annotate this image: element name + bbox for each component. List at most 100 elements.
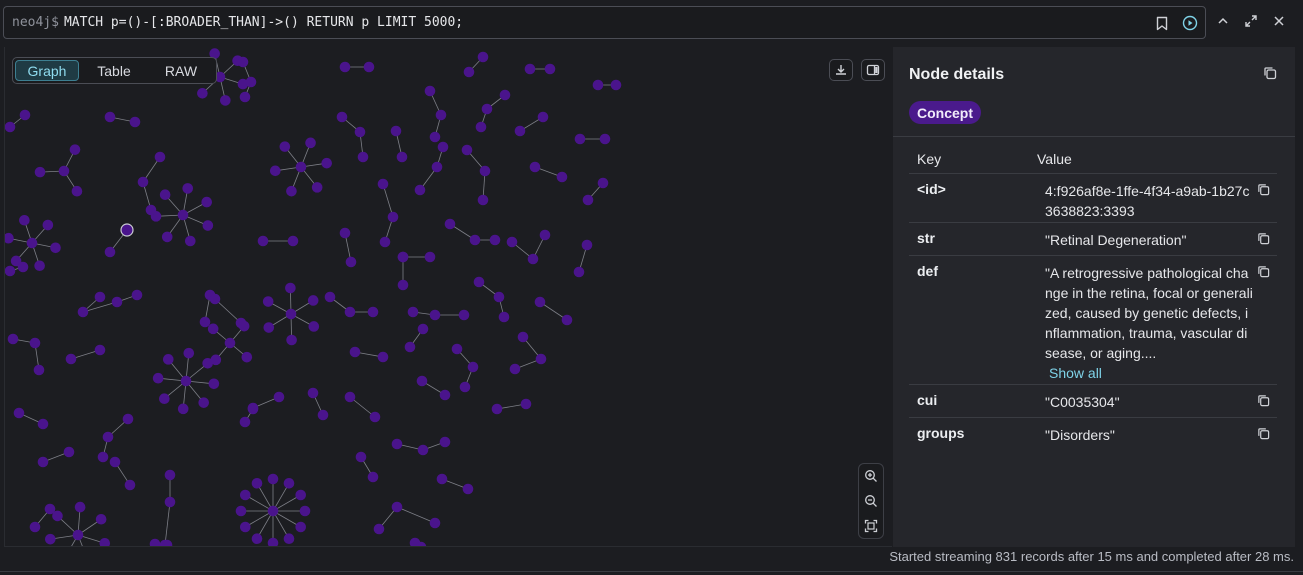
graph-node[interactable] [159,189,171,201]
graph-node[interactable] [573,266,585,278]
graph-node[interactable] [345,256,357,268]
graph-node[interactable] [295,161,307,173]
graph-node[interactable] [37,456,49,468]
graph-canvas[interactable] [4,47,892,547]
graph-node[interactable] [527,253,539,265]
graph-node[interactable] [417,323,429,335]
graph-node[interactable] [183,347,195,359]
graph-node[interactable] [390,125,402,137]
graph-node[interactable] [439,389,451,401]
graph-node[interactable] [267,537,279,547]
graph-node[interactable] [308,321,320,332]
graph-node[interactable] [7,333,19,345]
collapse-icon[interactable] [1214,12,1232,30]
graph-node[interactable] [99,537,111,547]
graph-node[interactable] [437,141,449,153]
graph-node[interactable] [387,211,399,223]
graph-node[interactable] [239,489,251,501]
graph-node[interactable] [414,184,426,196]
graph-node[interactable] [245,76,257,88]
graph-node[interactable] [535,353,547,365]
graph-node[interactable] [235,317,247,329]
graph-node[interactable] [539,229,551,241]
graph-node[interactable] [461,144,473,156]
graph-node[interactable] [283,477,295,489]
graph-node[interactable] [363,61,375,73]
graph-node[interactable] [34,166,46,178]
graph-node[interactable] [286,334,297,346]
graph-node[interactable] [177,403,189,415]
graph-node[interactable] [202,220,214,231]
graph-node[interactable] [479,165,491,177]
graph-node[interactable] [94,291,106,303]
graph-node[interactable] [458,309,470,321]
close-icon[interactable] [1270,12,1288,30]
graph-node[interactable] [431,161,443,173]
graph-node[interactable] [597,177,609,189]
graph-node[interactable] [145,204,157,216]
graph-node[interactable] [77,306,89,318]
graph-node[interactable] [44,503,56,515]
graph-node[interactable] [180,375,192,387]
graph-node[interactable] [69,144,81,155]
graph-node[interactable] [184,235,196,247]
graph-node[interactable] [201,196,213,208]
graph-node[interactable] [582,194,594,206]
graph-node[interactable] [19,109,31,121]
graph-node[interactable] [164,496,176,508]
graph-node[interactable] [247,403,259,415]
graph-node[interactable] [397,251,409,263]
graph-node[interactable] [283,533,295,545]
graph-node[interactable] [451,343,463,355]
graph-node[interactable] [305,137,316,149]
graph-node[interactable] [71,185,83,197]
graph-node[interactable] [42,219,54,231]
graph-node[interactable] [149,538,161,547]
graph-node[interactable] [344,391,356,403]
graph-node[interactable] [104,111,116,123]
query-text[interactable]: MATCH p=()-[:BROADER_THAN]->() RETURN p … [64,15,463,30]
copy-icon[interactable] [1257,232,1270,250]
graph-node[interactable] [285,308,297,320]
graph-node[interactable] [210,354,222,366]
graph-node[interactable] [34,260,45,272]
graph-node[interactable] [534,296,546,308]
graph-node[interactable] [373,523,385,535]
graph-node[interactable] [592,79,604,91]
graph-node[interactable] [377,351,389,363]
graph-node[interactable] [162,354,174,365]
graph-node[interactable] [424,85,436,97]
graph-node[interactable] [102,431,114,443]
graph-node[interactable] [287,235,299,247]
graph-node[interactable] [241,351,253,363]
graph-node[interactable] [469,234,481,246]
graph-node[interactable] [154,151,166,163]
graph-node[interactable] [5,232,14,244]
copy-icon[interactable] [1257,265,1270,283]
graph-node[interactable] [436,473,448,485]
download-icon[interactable] [829,59,853,81]
graph-node[interactable] [95,513,107,525]
graph-node[interactable] [435,109,447,121]
graph-node[interactable] [355,451,367,463]
graph-node[interactable] [369,411,381,423]
graph-node[interactable] [561,314,573,326]
graph-node[interactable] [257,235,269,247]
graph-node[interactable] [498,311,510,323]
graph-node[interactable] [267,473,279,485]
graph-node[interactable] [517,331,529,343]
tab-raw[interactable]: RAW [149,60,213,81]
copy-icon[interactable] [1257,427,1270,445]
relationship-edge[interactable] [396,506,436,524]
graph-node[interactable] [344,306,356,318]
graph-svg[interactable] [5,47,892,547]
graph-node[interactable] [122,413,134,425]
graph-node[interactable] [520,398,532,410]
graph-node[interactable] [491,403,503,415]
graph-node[interactable] [429,517,441,529]
graph-node[interactable] [209,293,221,305]
query-editor[interactable]: neo4j$ MATCH p=()-[:BROADER_THAN]->() RE… [3,6,1206,39]
graph-node[interactable] [599,133,611,145]
graph-node[interactable] [529,161,541,173]
graph-node[interactable] [273,391,285,403]
